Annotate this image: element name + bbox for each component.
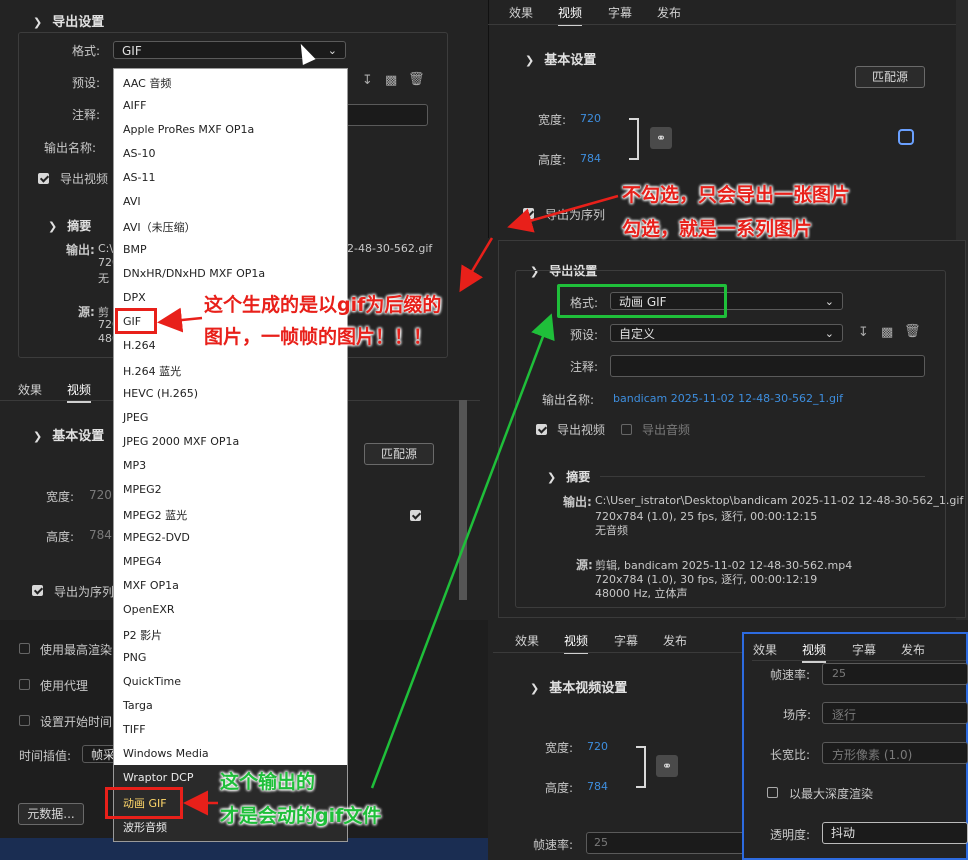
annotation-green-line1: 这个输出的 (220, 771, 316, 793)
red-arrow-to-format (459, 237, 494, 293)
annotation-mid-line1: 这个生成的是以gif为后缀的 (204, 294, 442, 316)
annotation-right-line1: 不勾选，只会导出一张图片 (622, 184, 851, 206)
annotation-green-line2: 才是会动的gif文件 (220, 805, 382, 827)
annotation-arrows (157, 194, 619, 816)
annotation-right-line2: 勾选，就是一系列图片 (622, 218, 813, 240)
green-arrow-to-format (370, 313, 555, 789)
red-arrow-to-gif (157, 307, 203, 333)
red-arrow-to-sequence (507, 194, 619, 233)
annotation-mid-line2: 图片，一帧帧的图片！！！ (204, 326, 433, 348)
